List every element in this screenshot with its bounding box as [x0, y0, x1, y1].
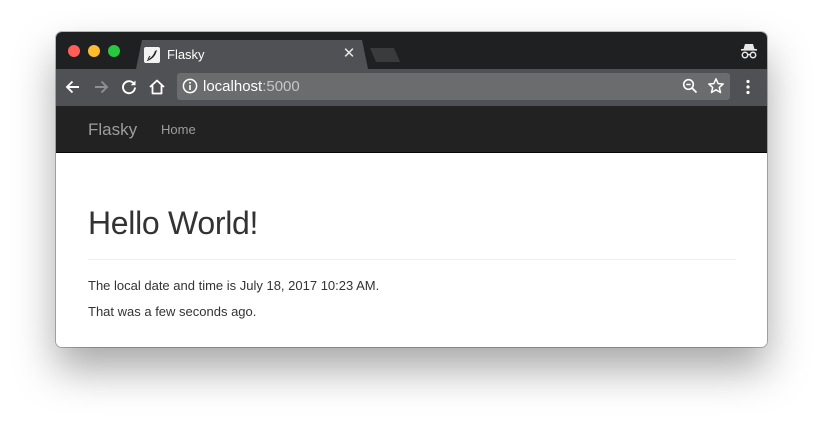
page-header: Hello World!	[88, 188, 736, 260]
window-maximize-button[interactable]	[108, 45, 120, 57]
flask-horn-favicon-icon	[144, 47, 160, 63]
page-title: Hello World!	[88, 205, 259, 241]
home-icon[interactable]	[147, 77, 167, 97]
tab-bar: Flasky ✕	[56, 32, 767, 69]
kebab-menu-icon[interactable]	[738, 77, 758, 97]
reload-icon[interactable]	[119, 77, 139, 97]
address-bar[interactable]: localhost:5000	[177, 73, 730, 100]
page-viewport: Flasky Home Hello World! The local date …	[56, 106, 767, 347]
url-text: localhost:5000	[203, 78, 300, 95]
new-tab-button[interactable]	[370, 48, 400, 62]
browser-window: Flasky ✕ localhost:5000 Flasky Home Hell…	[56, 32, 767, 347]
url-port: :5000	[262, 78, 300, 95]
url-host: localhost	[203, 78, 263, 95]
site-navbar: Flasky Home	[56, 106, 767, 153]
datetime-text: The local date and time is July 18, 2017…	[88, 278, 380, 293]
relative-time-text: That was a few seconds ago.	[88, 304, 257, 319]
nav-link-home[interactable]: Home	[161, 122, 196, 138]
info-icon[interactable]	[182, 78, 198, 94]
browser-toolbar: localhost:5000	[56, 69, 767, 106]
star-icon[interactable]	[707, 77, 725, 95]
tab-flasky[interactable]: Flasky ✕	[136, 40, 368, 69]
zoom-out-icon[interactable]	[682, 78, 698, 94]
window-close-button[interactable]	[68, 45, 80, 57]
arrow-right-icon[interactable]	[91, 77, 111, 97]
navbar-brand[interactable]: Flasky	[88, 120, 137, 140]
incognito-icon	[739, 41, 759, 61]
tab-title: Flasky	[167, 47, 205, 62]
arrow-left-icon[interactable]	[63, 77, 83, 97]
tab-close-icon[interactable]: ✕	[342, 46, 356, 62]
window-minimize-button[interactable]	[88, 45, 100, 57]
